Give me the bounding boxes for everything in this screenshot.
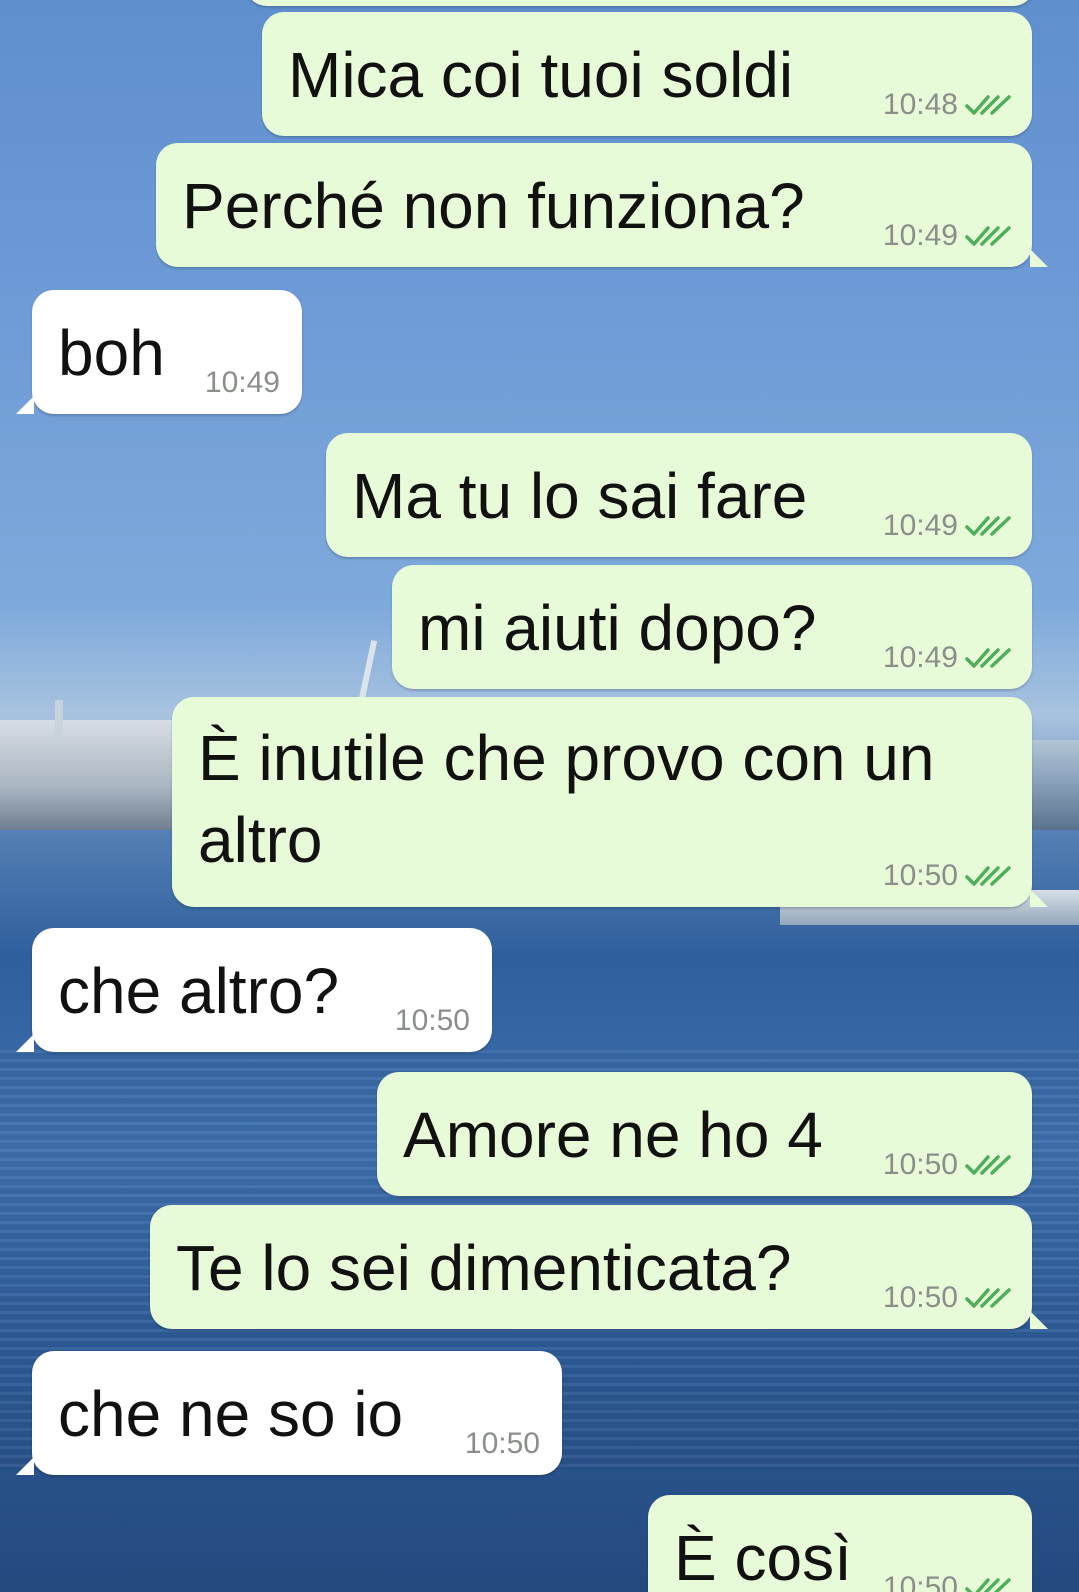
message-bubble-outgoing[interactable]: Te lo sei dimenticata? 10:50 — [150, 1205, 1048, 1329]
message-text: Mica coi tuoi soldi — [288, 39, 794, 111]
message-text: mi aiuti dopo? — [418, 592, 817, 664]
double-check-icon — [965, 1155, 1011, 1175]
double-check-icon — [965, 1288, 1011, 1308]
message-meta: 10:50 — [883, 1281, 1014, 1315]
double-check-icon — [965, 95, 1011, 115]
message-bubble-outgoing[interactable]: È inutile che provo con un altro 10:50 — [172, 697, 1048, 907]
message-text: Te lo sei dimenticata? — [176, 1232, 792, 1304]
wallpaper-crane — [358, 640, 378, 700]
message-meta: 10:50 — [395, 1004, 470, 1038]
message-text: Ma tu lo sai fare — [352, 460, 808, 532]
message-time: 10:50 — [882, 1571, 958, 1592]
message-text: che altro? — [58, 955, 340, 1027]
message-bubble-outgoing[interactable]: Ma tu lo sai fare 10:49 — [326, 433, 1032, 557]
message-meta: 10:50 — [883, 859, 1014, 893]
message-text: che ne so io — [58, 1378, 404, 1450]
message-time: 10:48 — [882, 88, 958, 121]
message-time: 10:49 — [882, 509, 958, 542]
message-text: Perché non funziona? — [182, 170, 805, 242]
double-check-icon — [965, 516, 1011, 536]
message-bubble-outgoing[interactable]: Amore ne ho 4 10:50 — [377, 1072, 1032, 1196]
message-time: 10:49 — [882, 641, 958, 674]
message-meta: 10:49 — [883, 219, 1014, 253]
message-meta: 10:50 — [465, 1427, 540, 1461]
message-meta: 10:50 — [883, 1571, 1014, 1592]
message-bubble-incoming[interactable]: che ne so io 10:50 — [16, 1351, 562, 1475]
message-meta: 10:49 — [883, 641, 1014, 675]
message-bubble-outgoing[interactable]: Perché non funziona? 10:49 — [156, 143, 1048, 267]
message-bubble-partial[interactable] — [245, 0, 1035, 6]
message-bubble-incoming[interactable]: boh 10:49 — [16, 290, 302, 414]
message-time: 10:50 — [882, 1148, 958, 1181]
double-check-icon — [965, 226, 1011, 246]
message-text-line-1: È inutile che provo con un — [198, 722, 935, 794]
message-bubble-outgoing[interactable]: Mica coi tuoi soldi 10:48 — [262, 12, 1032, 136]
message-text: boh — [58, 317, 165, 389]
message-meta: 10:48 — [883, 88, 1014, 122]
message-bubble-outgoing[interactable]: mi aiuti dopo? 10:49 — [392, 565, 1032, 689]
message-time: 10:50 — [882, 1281, 958, 1314]
message-text-line-2: altro — [198, 804, 323, 876]
double-check-icon — [965, 648, 1011, 668]
message-text: È così — [674, 1522, 852, 1592]
message-text: Amore ne ho 4 — [403, 1099, 823, 1171]
message-time: 10:50 — [882, 859, 958, 892]
message-bubble-outgoing[interactable]: È così 10:50 — [648, 1495, 1032, 1592]
message-meta: 10:50 — [883, 1148, 1014, 1182]
message-time: 10:50 — [464, 1427, 540, 1460]
message-bubble-incoming[interactable]: che altro? 10:50 — [16, 928, 492, 1052]
wallpaper-mast — [55, 700, 63, 740]
double-check-icon — [965, 866, 1011, 886]
message-meta: 10:49 — [205, 366, 280, 400]
message-time: 10:49 — [204, 366, 280, 399]
double-check-icon — [965, 1578, 1011, 1592]
message-time: 10:50 — [394, 1004, 470, 1037]
message-meta: 10:49 — [883, 509, 1014, 543]
message-time: 10:49 — [882, 219, 958, 252]
